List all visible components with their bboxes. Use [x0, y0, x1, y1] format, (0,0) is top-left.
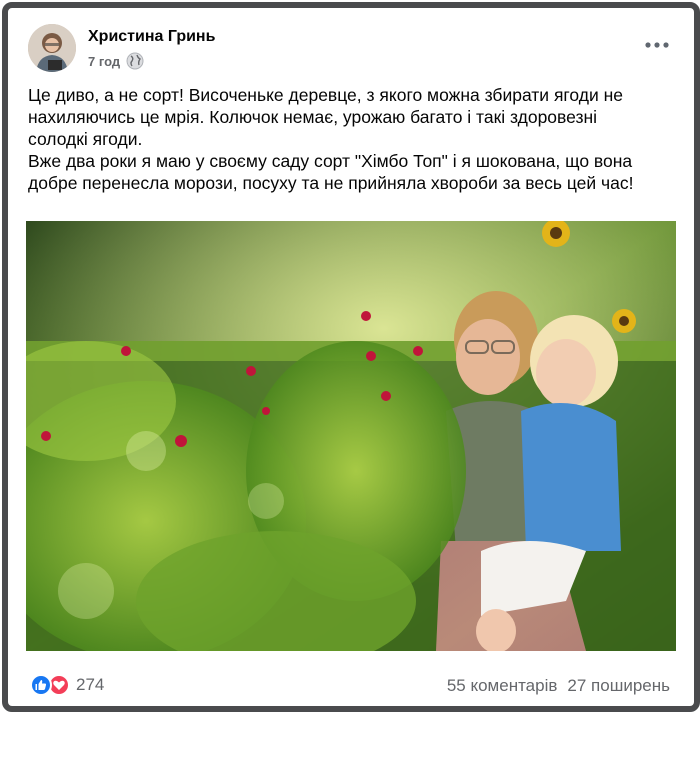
post-text: Це диво, а не сорт! Височеньке деревце, … [28, 84, 668, 194]
more-options-icon [645, 42, 669, 48]
post-text-line: нахиляючись це мрія. Колючок немає, урож… [28, 107, 598, 127]
shares-count[interactable]: 27 поширень [567, 676, 670, 696]
post-text-line: Вже два роки я маю у своєму саду сорт "Х… [28, 151, 633, 171]
post-card: Христина Гринь 7 год Це диво, а не сорт!… [2, 2, 700, 712]
avatar[interactable] [28, 24, 76, 72]
reaction-count: 274 [76, 675, 105, 694]
post-text-line: солодкі ягоди. [28, 129, 143, 149]
reactions[interactable]: 274 [30, 674, 104, 696]
post-text-line: добре перенесла морози, посуху та не при… [28, 173, 634, 193]
globe-icon [126, 52, 144, 70]
post-footer: 274 55 коментарів 27 поширень [26, 670, 676, 700]
comments-count[interactable]: 55 коментарів [447, 676, 558, 696]
more-options-button[interactable] [642, 36, 672, 54]
author-name[interactable]: Христина Гринь [88, 28, 215, 46]
post-text-line: Це диво, а не сорт! Височеньке деревце, … [28, 85, 624, 105]
like-icon [30, 674, 52, 696]
post-meta: 7 год [88, 52, 144, 70]
post-time[interactable]: 7 год [88, 54, 120, 69]
post-header: Христина Гринь 7 год [26, 22, 676, 74]
post-stats: 55 коментарів 27 поширень [447, 676, 670, 696]
post-photo[interactable] [26, 221, 676, 651]
